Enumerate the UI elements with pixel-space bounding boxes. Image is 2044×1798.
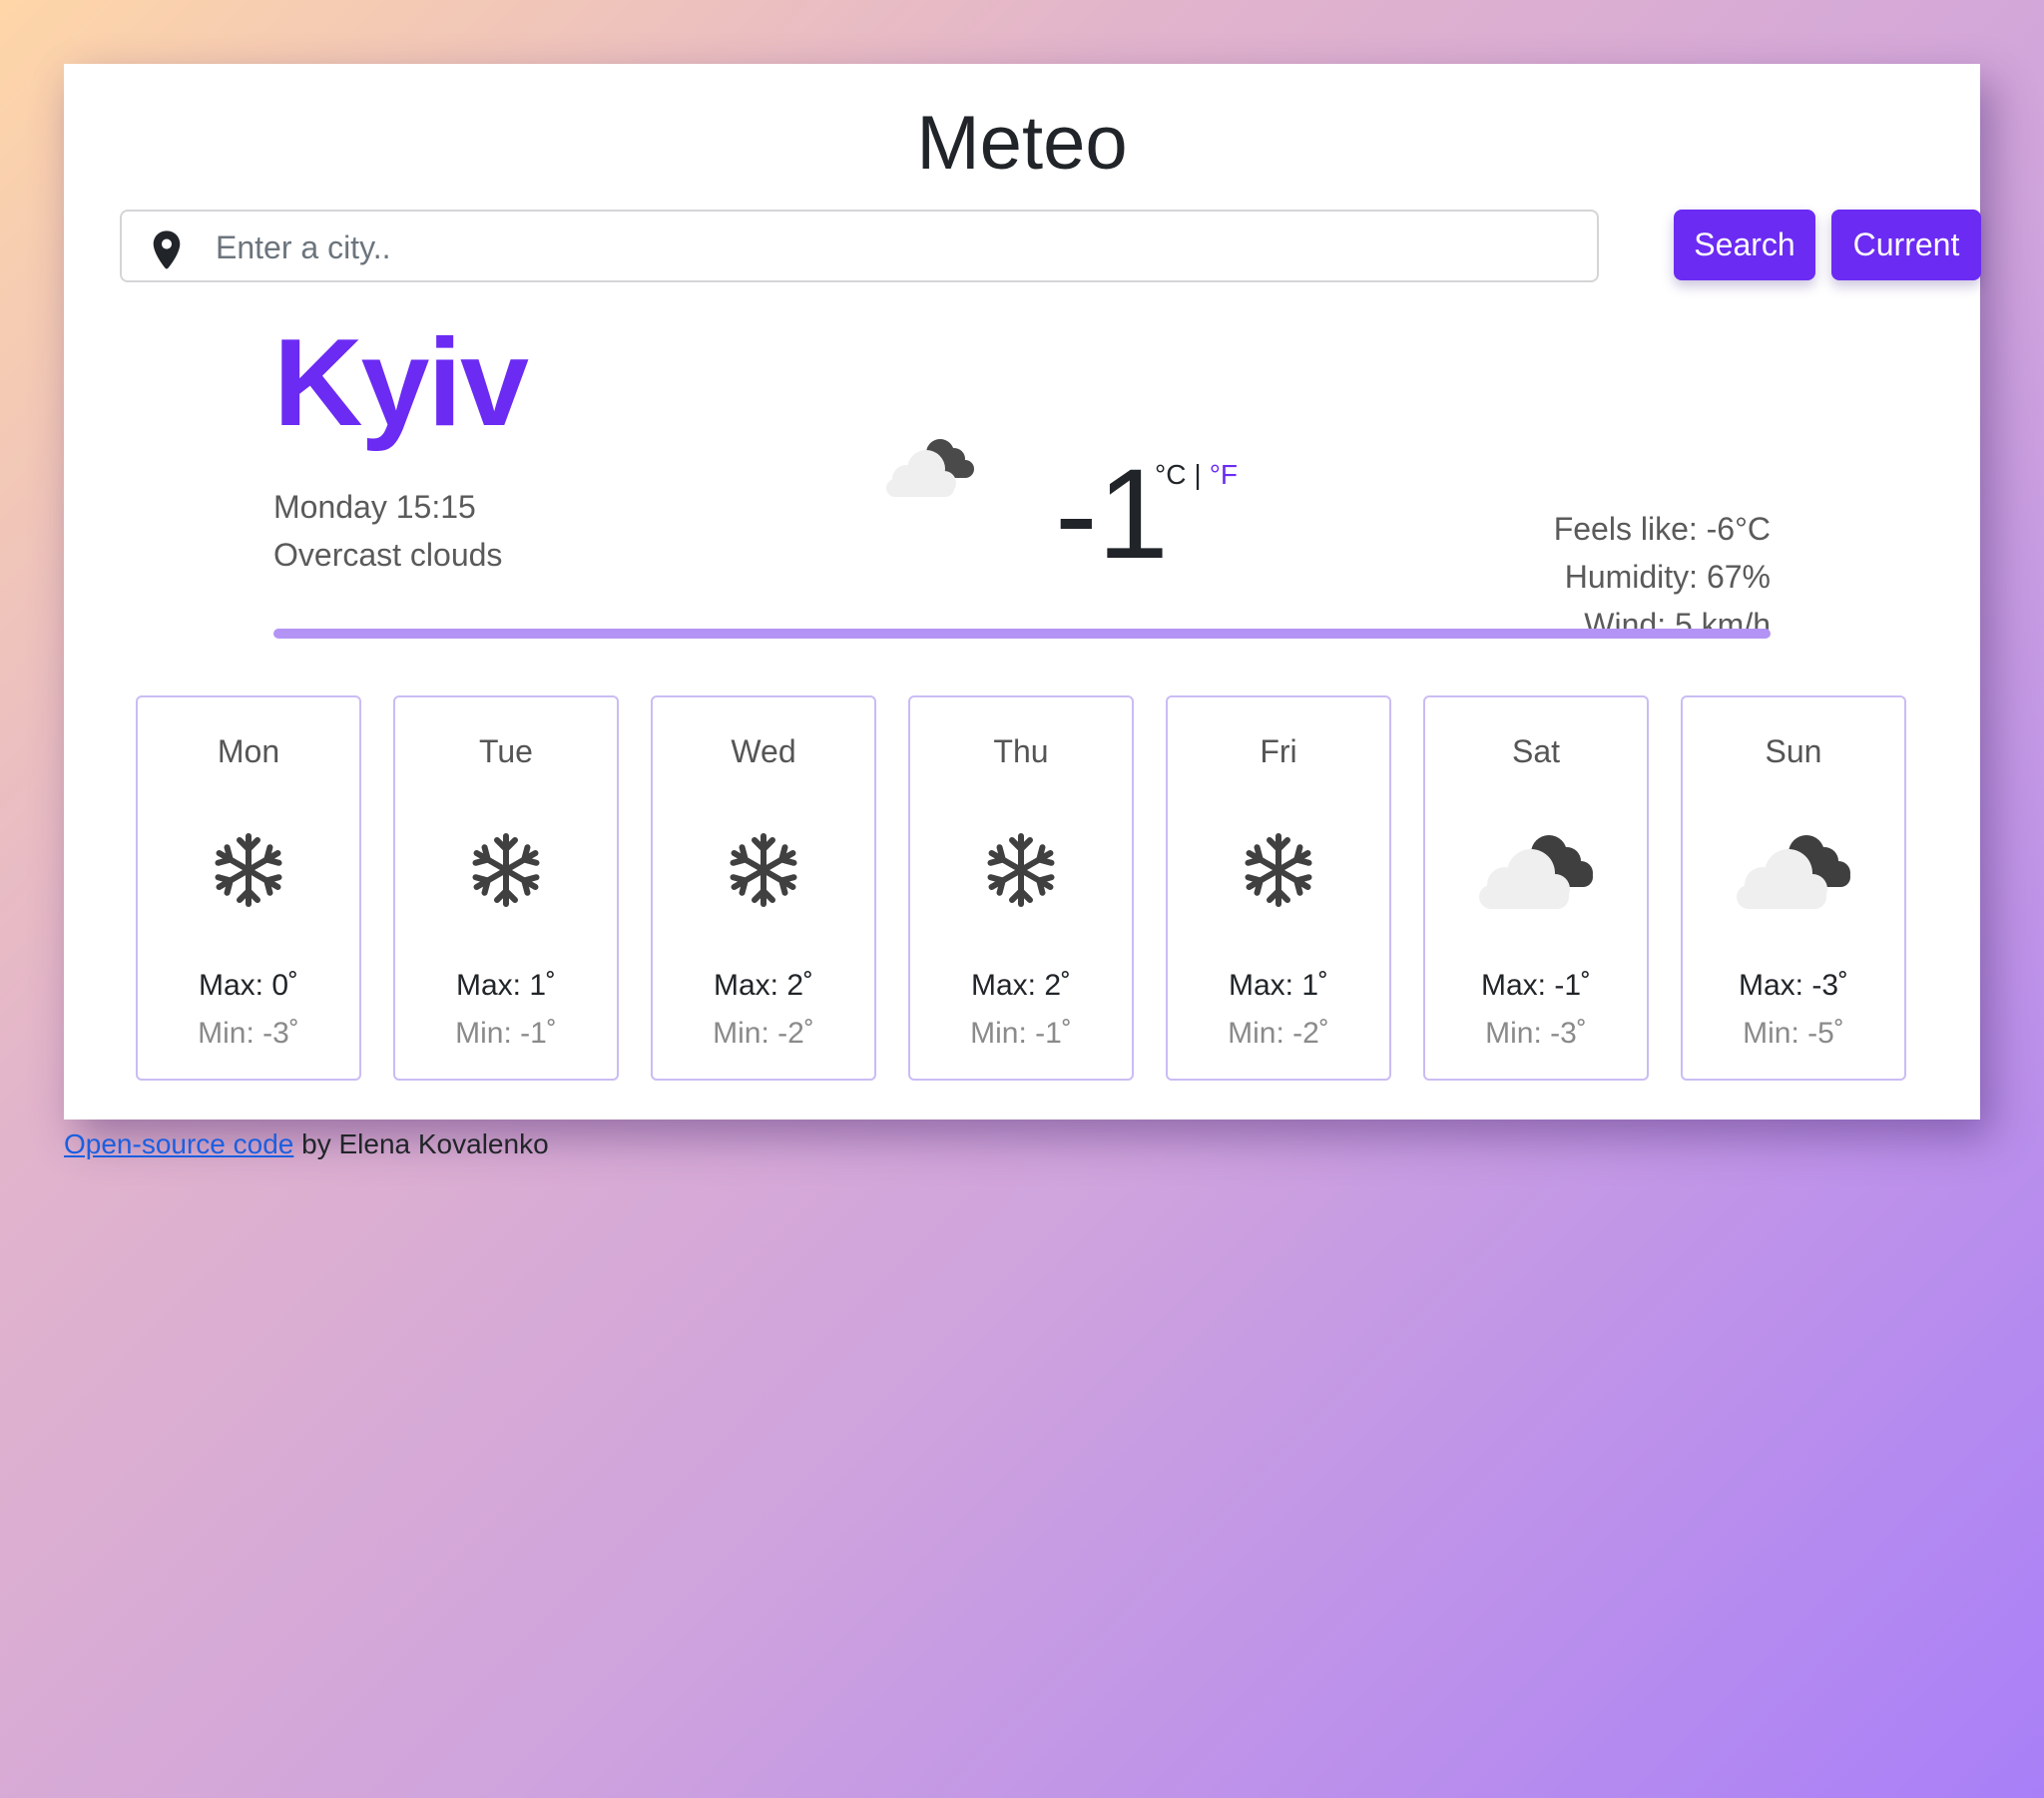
humidity: Humidity: 67% [1564,559,1771,595]
city-search-input[interactable] [214,218,1585,277]
forecast-max: Max: -1˚ [1480,969,1591,1002]
unit-toggle: °C | °F [1155,459,1238,491]
forecast-row: Mon Max: 0˚ Min: -3˚ Tue Max: 1˚ Min: -1… [136,695,1912,1081]
forecast-max: Max: 2˚ [713,969,814,1002]
forecast-max: Max: -3˚ [1738,969,1848,1002]
forecast-day-name: Fri [1260,733,1297,769]
forecast-day-name: Wed [731,733,796,769]
search-form: Search Current [120,210,1986,285]
snow-icon [472,833,540,907]
current-datetime: Monday 15:15 [273,489,476,525]
map-pin-icon [153,230,181,269]
snow-icon [730,833,797,907]
overcast-clouds-icon [886,439,974,497]
forecast-day: Fri Max: 1˚ Min: -2˚ [1166,695,1391,1081]
search-box[interactable] [120,210,1599,282]
current-location-button[interactable]: Current [1831,210,1981,280]
weather-description: Overcast clouds [273,537,503,573]
forecast-min: Min: -1˚ [455,1017,557,1050]
app-title: Meteo [916,101,1128,186]
search-button[interactable]: Search [1674,210,1815,280]
forecast-max: Max: 0˚ [198,969,299,1002]
celsius-unit[interactable]: °C [1155,459,1186,490]
weather-details: Feels like: -6°C Humidity: 67% Wind: 5 k… [1554,505,1771,649]
footer-author: by Elena Kovalenko [293,1128,549,1159]
forecast-day: Sat Max: -1˚ Min: -3˚ [1423,695,1649,1081]
forecast-min: Min: -5˚ [1743,1017,1844,1050]
forecast-day: Sun Max: -3˚ Min: -5˚ [1681,695,1906,1081]
forecast-max: Max: 1˚ [1228,969,1329,1002]
forecast-day: Mon Max: 0˚ Min: -3˚ [136,695,361,1081]
snow-icon [215,833,282,907]
forecast-day: Thu Max: 2˚ Min: -1˚ [908,695,1134,1081]
fahrenheit-link[interactable]: °F [1210,459,1238,490]
forecast-day: Tue Max: 1˚ Min: -1˚ [393,695,619,1081]
snow-icon [1245,833,1312,907]
unit-separator: | [1194,459,1202,490]
snow-icon [987,833,1055,907]
forecast-min: Min: -2˚ [713,1017,814,1050]
divider [273,629,1771,639]
forecast-day: Wed Max: 2˚ Min: -2˚ [651,695,876,1081]
weather-card: Meteo Search Current Kyiv Monday 15:15 O… [64,64,1981,1120]
city-name: Kyiv [273,314,529,452]
forecast-min: Min: -2˚ [1228,1017,1329,1050]
forecast-min: Min: -3˚ [1485,1017,1587,1050]
footer: Open-source code by Elena Kovalenko [64,1128,549,1160]
forecast-min: Min: -1˚ [970,1017,1072,1050]
forecast-day-name: Thu [993,733,1049,769]
wind-speed: Wind: 5 km/h [1584,607,1771,643]
forecast-day-name: Mon [217,733,280,769]
current-temperature: -1 [1055,443,1169,586]
feels-like: Feels like: -6°C [1553,511,1771,547]
forecast-min: Min: -3˚ [198,1017,299,1050]
overcast-clouds-icon [1737,835,1850,909]
overcast-clouds-icon [1479,835,1593,909]
forecast-max: Max: 1˚ [455,969,557,1002]
forecast-day-name: Sun [1765,733,1822,769]
open-source-link[interactable]: Open-source code [64,1128,293,1159]
forecast-day-name: Tue [479,733,533,769]
forecast-max: Max: 2˚ [970,969,1072,1002]
forecast-day-name: Sat [1511,733,1561,769]
